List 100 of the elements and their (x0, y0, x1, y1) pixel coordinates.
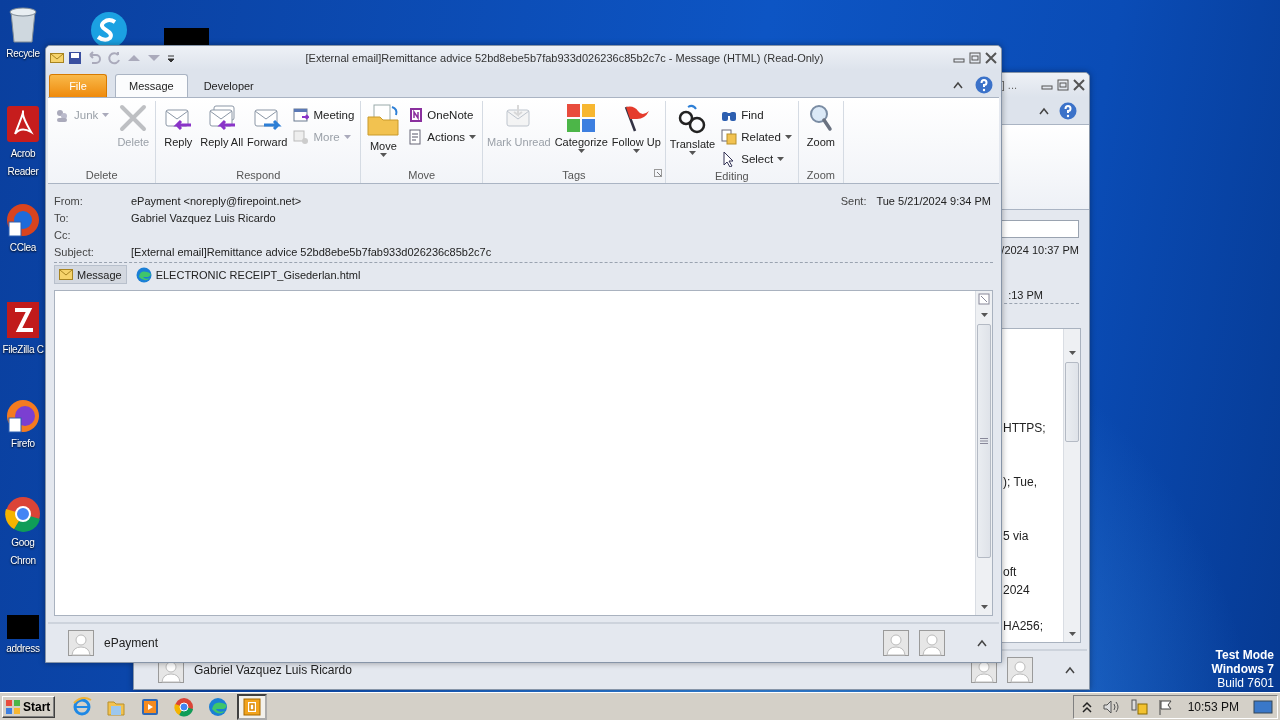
chrome-icon (174, 696, 195, 717)
ribbon-button[interactable]: OneNote (404, 104, 480, 125)
clock[interactable]: 10:53 PM (1187, 699, 1239, 714)
ribbon-button[interactable]: Actions (404, 126, 480, 147)
ribbon-tab[interactable]: Message (115, 74, 188, 97)
ribbon-button[interactable]: Related (718, 126, 795, 147)
close-icon[interactable] (985, 52, 997, 64)
maximize-icon[interactable] (1057, 79, 1069, 91)
app-icon (4, 495, 42, 533)
ribbon-tab[interactable]: Developer (189, 74, 268, 97)
documents-icon (721, 128, 738, 145)
received-date: /2024 10:37 PM (1001, 244, 1079, 256)
collapse-icon[interactable] (953, 81, 963, 89)
avatar-icon (883, 630, 909, 656)
scrollbar[interactable] (1063, 329, 1080, 642)
desktop-icon-label[interactable]: FileZilla C (2, 342, 44, 358)
flag-icon (1157, 698, 1174, 715)
folder-icon (366, 103, 401, 137)
envelope-icon (50, 52, 64, 64)
launcher-icon[interactable] (653, 169, 662, 177)
scrollbar-thumb[interactable] (1065, 362, 1079, 442)
edge-icon (135, 266, 152, 283)
reply-all-icon (206, 103, 237, 133)
collapse-icon[interactable] (1039, 106, 1049, 115)
message-text: HTTPS; (1003, 420, 1047, 437)
action-center-button[interactable] (1157, 698, 1174, 715)
desktop-icon-label[interactable]: Chron (10, 553, 36, 569)
help-icon[interactable] (1059, 101, 1077, 120)
edge-icon (208, 696, 229, 717)
media-player-icon (140, 696, 161, 717)
taskbar-app[interactable] (237, 693, 268, 720)
calendar-icon (293, 106, 310, 123)
os-notice-text: Windows 7 (1211, 662, 1274, 676)
ribbon-button[interactable]: Zoom (801, 101, 840, 151)
scrollbar-thumb[interactable] (977, 324, 991, 558)
document-icon (407, 128, 424, 145)
message-text: 5 via (1003, 528, 1030, 545)
ribbon-button[interactable]: Reply All (199, 101, 245, 151)
ribbon-button[interactable]: Move (364, 101, 403, 159)
desktop-icon-label[interactable]: Acrob (10, 146, 36, 162)
zoom-fit-icon (978, 293, 990, 305)
customize-icon[interactable] (166, 52, 176, 64)
field-label: To: (54, 211, 70, 224)
desktop-icon-label[interactable]: Goog (11, 535, 35, 551)
ribbon-button[interactable]: Meeting (290, 104, 358, 125)
field-value: Gabriel Vazquez Luis Ricardo (131, 211, 276, 224)
app-icon (5, 202, 41, 238)
input-field[interactable] (999, 220, 1079, 238)
desktop-icon-label[interactable]: Firefo (11, 436, 35, 452)
collapse-icon[interactable] (977, 639, 987, 647)
avatar-icon (68, 630, 94, 656)
start-button[interactable]: Start (2, 695, 56, 718)
ribbon-button[interactable]: Select (718, 148, 795, 169)
ribbon-button[interactable]: Translate (668, 101, 717, 157)
monitor-icon (1253, 698, 1273, 715)
collapse-icon[interactable] (1065, 666, 1075, 674)
desktop-icon-label[interactable]: CClea (9, 240, 37, 256)
chevron-up-icon (1081, 700, 1092, 713)
caret-icon (1068, 632, 1076, 636)
message-tab[interactable]: Message (54, 265, 127, 284)
outlook-icon (242, 696, 263, 717)
network-icon (1129, 698, 1148, 715)
attachment[interactable]: ELECTRONIC RECEIPT_Gisederlan.html (130, 265, 366, 284)
group-label: Respond (236, 169, 281, 181)
window-title: ] ... (1001, 79, 1017, 91)
ribbon-button[interactable]: Categorize (553, 101, 609, 155)
maximize-icon[interactable] (969, 52, 981, 64)
window-title: [External email]Remittance advice 52bd8ebe5b7fab933d026236c85b2c7c - Message (HTML) (Read-Only) (304, 52, 825, 64)
desktop-icon-label[interactable]: address (6, 641, 40, 657)
show-hidden-icons-button[interactable] (1081, 700, 1092, 713)
ribbon-button[interactable]: Follow Up (610, 101, 662, 155)
show-desktop-button[interactable] (1253, 698, 1273, 715)
network-button[interactable] (1129, 698, 1148, 715)
person-name[interactable]: Gabriel Vazquez Luis Ricardo (194, 663, 352, 677)
sent-date: :13 PM (1008, 289, 1043, 301)
field-label: Sent: (840, 194, 867, 207)
person-name[interactable]: ePayment (104, 636, 159, 650)
field-label: From: (54, 194, 84, 207)
desktop-icon-label[interactable]: Reader (7, 164, 39, 180)
ribbon-button[interactable]: Reply (159, 101, 198, 151)
redo-icon[interactable] (106, 51, 122, 65)
redaction-block (7, 615, 39, 639)
save-icon[interactable] (68, 51, 82, 65)
desktop-icon-label[interactable]: Recycle (6, 46, 40, 62)
group-label: Move (408, 169, 436, 181)
color-squares-icon (566, 103, 597, 133)
browser-icon (72, 696, 93, 717)
avatar-icon (1007, 657, 1033, 683)
envelope-icon (59, 269, 73, 280)
close-icon[interactable] (1073, 79, 1085, 91)
help-icon[interactable] (975, 76, 993, 94)
group-label: Editing (715, 170, 749, 182)
ribbon-button[interactable]: Forward (246, 101, 289, 151)
caret-icon (980, 313, 988, 317)
grip-icon (980, 438, 988, 444)
ribbon-button[interactable]: Find (718, 104, 795, 125)
field-value: ePayment <noreply@firepoint.net> (131, 194, 302, 207)
scrollbar[interactable] (975, 291, 992, 615)
volume-button[interactable] (1101, 698, 1120, 715)
caret-icon (980, 605, 988, 609)
